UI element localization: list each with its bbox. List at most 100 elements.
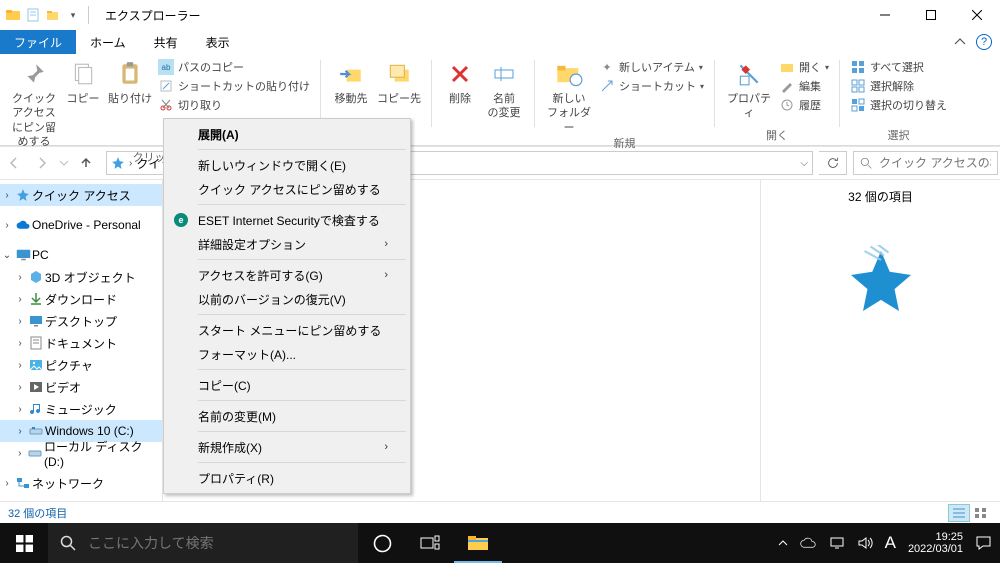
- copy-to-button[interactable]: コピー先: [377, 56, 421, 106]
- tree-documents[interactable]: ›ドキュメント: [0, 332, 162, 354]
- select-none-icon: [850, 78, 866, 94]
- path-copy-button[interactable]: abパスのコピー: [158, 59, 310, 75]
- edit-button[interactable]: 編集: [779, 78, 829, 94]
- ime-indicator[interactable]: A: [885, 533, 896, 553]
- search-box[interactable]: [853, 151, 998, 175]
- close-button[interactable]: [954, 0, 1000, 30]
- breadcrumb-chevron-icon[interactable]: ›: [129, 158, 132, 169]
- tree-videos[interactable]: ›ビデオ: [0, 376, 162, 398]
- select-invert-icon: [850, 97, 866, 113]
- ctx-pin-start[interactable]: スタート メニューにピン留めする: [166, 318, 408, 342]
- properties-button[interactable]: プロパティ: [725, 56, 773, 121]
- tray-overflow-icon[interactable]: [778, 538, 788, 548]
- search-input[interactable]: [879, 156, 991, 170]
- chevron-right-icon[interactable]: ›: [0, 190, 14, 201]
- tree-onedrive[interactable]: › OneDrive - Personal: [0, 214, 162, 236]
- up-button[interactable]: [72, 149, 100, 177]
- taskbar-clock[interactable]: 19:25 2022/03/01: [908, 531, 963, 555]
- network-tray-icon[interactable]: [829, 536, 845, 550]
- onedrive-tray-icon[interactable]: [800, 537, 817, 549]
- select-invert-button[interactable]: 選択の切り替え: [850, 97, 947, 113]
- address-dropdown-icon[interactable]: ⌵: [800, 158, 808, 169]
- pin-quick-access-button[interactable]: クイック アクセス にピン留めする: [10, 56, 58, 149]
- details-view-button[interactable]: [948, 504, 970, 522]
- ctx-properties[interactable]: プロパティ(R): [166, 466, 408, 490]
- rename-button[interactable]: 名前 の変更: [484, 56, 524, 121]
- help-icon[interactable]: ?: [976, 34, 992, 50]
- collapse-ribbon-icon[interactable]: [954, 36, 966, 48]
- paste-shortcut-icon: [158, 78, 174, 94]
- tree-quick-access[interactable]: › クイック アクセス: [0, 184, 162, 206]
- tree-3d-objects[interactable]: ›3D オブジェクト: [0, 266, 162, 288]
- copy-icon: [67, 58, 99, 90]
- preview-pane: 32 個の項目: [760, 180, 1000, 501]
- ctx-give-access[interactable]: アクセスを許可する(G)›: [166, 263, 408, 287]
- paste-button[interactable]: 貼り付け: [108, 56, 152, 106]
- maximize-button[interactable]: [908, 0, 954, 30]
- ctx-copy[interactable]: コピー(C): [166, 373, 408, 397]
- delete-button[interactable]: 削除: [442, 56, 478, 106]
- qat-new-folder-icon[interactable]: [44, 6, 62, 24]
- ctx-pin-quick[interactable]: クイック アクセスにピン留めする: [166, 177, 408, 201]
- ctx-expand[interactable]: 展開(A): [166, 122, 408, 146]
- ctx-format[interactable]: フォーマット(A)...: [166, 342, 408, 366]
- refresh-button[interactable]: [819, 151, 847, 175]
- action-center-icon[interactable]: [975, 535, 992, 551]
- drive-icon: [27, 426, 45, 436]
- quick-access-icon: [111, 156, 125, 170]
- volume-tray-icon[interactable]: [857, 536, 873, 550]
- tab-view[interactable]: 表示: [192, 30, 244, 54]
- taskbar-search[interactable]: [48, 523, 358, 563]
- pin-icon: [18, 58, 50, 90]
- recent-dropdown[interactable]: [56, 149, 72, 177]
- tree-downloads[interactable]: ›ダウンロード: [0, 288, 162, 310]
- start-button[interactable]: [0, 523, 48, 563]
- task-view-button[interactable]: [406, 523, 454, 563]
- tree-local-disk-d[interactable]: ›ローカル ディスク (D:): [0, 442, 162, 464]
- move-to-button[interactable]: 移動先: [331, 56, 371, 106]
- chevron-down-icon[interactable]: ⌄: [0, 250, 14, 261]
- new-folder-icon: [553, 58, 585, 90]
- select-none-button[interactable]: 選択解除: [850, 78, 947, 94]
- history-button[interactable]: 履歴: [779, 97, 829, 113]
- tab-home[interactable]: ホーム: [76, 30, 140, 54]
- forward-button[interactable]: [28, 149, 56, 177]
- select-all-button[interactable]: すべて選択: [850, 59, 947, 75]
- ctx-restore-previous[interactable]: 以前のバージョンの復元(V): [166, 287, 408, 311]
- tree-pc[interactable]: ⌄ PC: [0, 244, 162, 266]
- new-item-button[interactable]: ✦新しいアイテム ▾: [599, 59, 704, 75]
- shortcut-icon: [599, 78, 615, 94]
- ctx-new[interactable]: 新規作成(X)›: [166, 435, 408, 459]
- taskbar-search-input[interactable]: [88, 535, 346, 551]
- tab-share[interactable]: 共有: [140, 30, 192, 54]
- explorer-icon: [4, 6, 22, 24]
- cortana-button[interactable]: [358, 523, 406, 563]
- shortcut-button[interactable]: ショートカット ▾: [599, 78, 704, 94]
- tree-pictures[interactable]: ›ピクチャ: [0, 354, 162, 376]
- ctx-advanced-options[interactable]: 詳細設定オプション›: [166, 232, 408, 256]
- status-bar: 32 個の項目: [0, 501, 1000, 523]
- copy-button[interactable]: コピー: [64, 56, 102, 106]
- eset-icon: e: [172, 211, 190, 229]
- qat-dropdown-icon[interactable]: ▾: [64, 6, 82, 24]
- tab-file[interactable]: ファイル: [0, 30, 76, 54]
- nav-row: › クイック … ⌵: [0, 146, 1000, 180]
- rename-icon: [488, 58, 520, 90]
- taskbar-explorer[interactable]: [454, 523, 502, 563]
- ctx-new-window[interactable]: 新しいウィンドウで開く(E): [166, 153, 408, 177]
- ctx-rename[interactable]: 名前の変更(M): [166, 404, 408, 428]
- qat-properties-icon[interactable]: [24, 6, 42, 24]
- large-icons-view-button[interactable]: [970, 504, 992, 522]
- back-button[interactable]: [0, 149, 28, 177]
- new-folder-button[interactable]: 新しい フォルダー: [545, 56, 593, 135]
- chevron-right-icon[interactable]: ›: [0, 220, 14, 231]
- ctx-eset-scan[interactable]: e ESET Internet Securityで検査する: [166, 208, 408, 232]
- tree-network[interactable]: ›ネットワーク: [0, 472, 162, 494]
- edit-icon: [779, 78, 795, 94]
- paste-shortcut-button[interactable]: ショートカットの貼り付け: [158, 78, 310, 94]
- minimize-button[interactable]: [862, 0, 908, 30]
- cut-button[interactable]: 切り取り: [158, 97, 310, 113]
- tree-desktop[interactable]: ›デスクトップ: [0, 310, 162, 332]
- tree-music[interactable]: ›ミュージック: [0, 398, 162, 420]
- open-button[interactable]: 開く ▾: [779, 59, 829, 75]
